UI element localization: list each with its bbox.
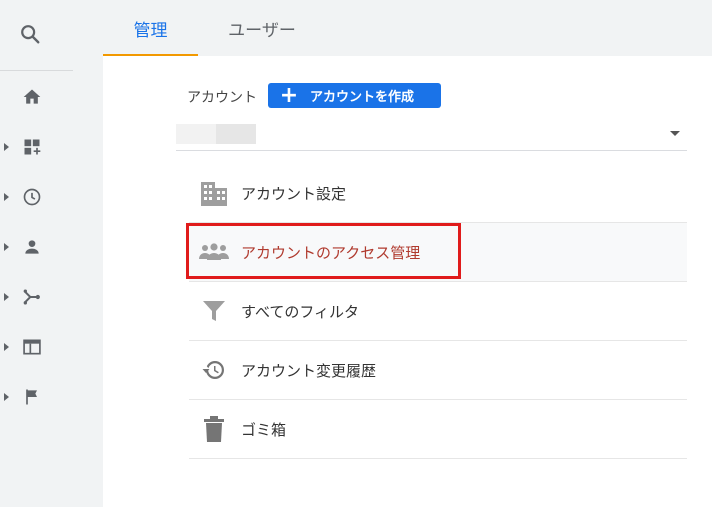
expand-caret-icon: [4, 293, 9, 301]
left-rail: [0, 0, 103, 507]
account-selector[interactable]: [176, 124, 687, 151]
create-account-label: アカウントを作成: [310, 90, 415, 105]
rail-item-home[interactable]: [0, 77, 73, 117]
dropdown-arrow-icon: [670, 131, 680, 136]
tab-bar: 管理 ユーザー: [103, 0, 712, 56]
menu-item-label: アカウントのアクセス管理: [241, 243, 421, 262]
history-icon: [199, 355, 229, 385]
rail-item-behavior[interactable]: [0, 327, 73, 367]
menu-item-label: ゴミ箱: [241, 420, 287, 439]
rail-item-audience[interactable]: [0, 227, 73, 267]
rail-item-realtime[interactable]: [0, 177, 73, 217]
people-icon: [199, 237, 229, 267]
menu-item-account-settings[interactable]: アカウント設定: [189, 164, 687, 223]
redacted-account-name: [176, 124, 216, 144]
menu-item-label: アカウント設定: [241, 184, 347, 203]
tab-admin[interactable]: 管理: [103, 0, 198, 56]
rail-divider: [0, 70, 73, 71]
rail-item-acquisition[interactable]: [0, 277, 73, 317]
menu-item-account-change-history[interactable]: アカウント変更履歴: [189, 341, 687, 400]
search-icon: [19, 23, 41, 49]
menu-item-trash[interactable]: ゴミ箱: [189, 400, 687, 459]
create-account-button[interactable]: + アカウントを作成: [268, 83, 441, 108]
web-window-icon: [21, 336, 43, 358]
menu-item-label: アカウント変更履歴: [241, 361, 377, 380]
search-button[interactable]: [14, 20, 46, 52]
home-icon: [21, 86, 43, 108]
tab-user[interactable]: ユーザー: [217, 0, 307, 56]
expand-caret-icon: [4, 343, 9, 351]
rail-item-customization[interactable]: [0, 127, 73, 167]
menu-item-label: すべてのフィルタ: [241, 302, 360, 321]
clock-icon: [21, 186, 43, 208]
merge-arrows-icon: [21, 286, 43, 308]
menu-item-account-access-management[interactable]: アカウントのアクセス管理: [189, 223, 687, 282]
expand-caret-icon: [4, 393, 9, 401]
account-label: アカウント: [187, 90, 257, 106]
expand-caret-icon: [4, 243, 9, 251]
dashboard-add-icon: [21, 136, 43, 158]
expand-caret-icon: [4, 193, 9, 201]
trash-icon: [199, 414, 229, 444]
rail-item-conversions[interactable]: [0, 377, 73, 417]
building-icon: [199, 178, 229, 208]
filter-icon: [199, 296, 229, 326]
person-icon: [21, 236, 43, 258]
expand-caret-icon: [4, 143, 9, 151]
menu-item-all-filters[interactable]: すべてのフィルタ: [189, 282, 687, 341]
redacted-account-name: [216, 124, 256, 144]
plus-icon: +: [279, 82, 299, 108]
flag-icon: [21, 386, 43, 408]
